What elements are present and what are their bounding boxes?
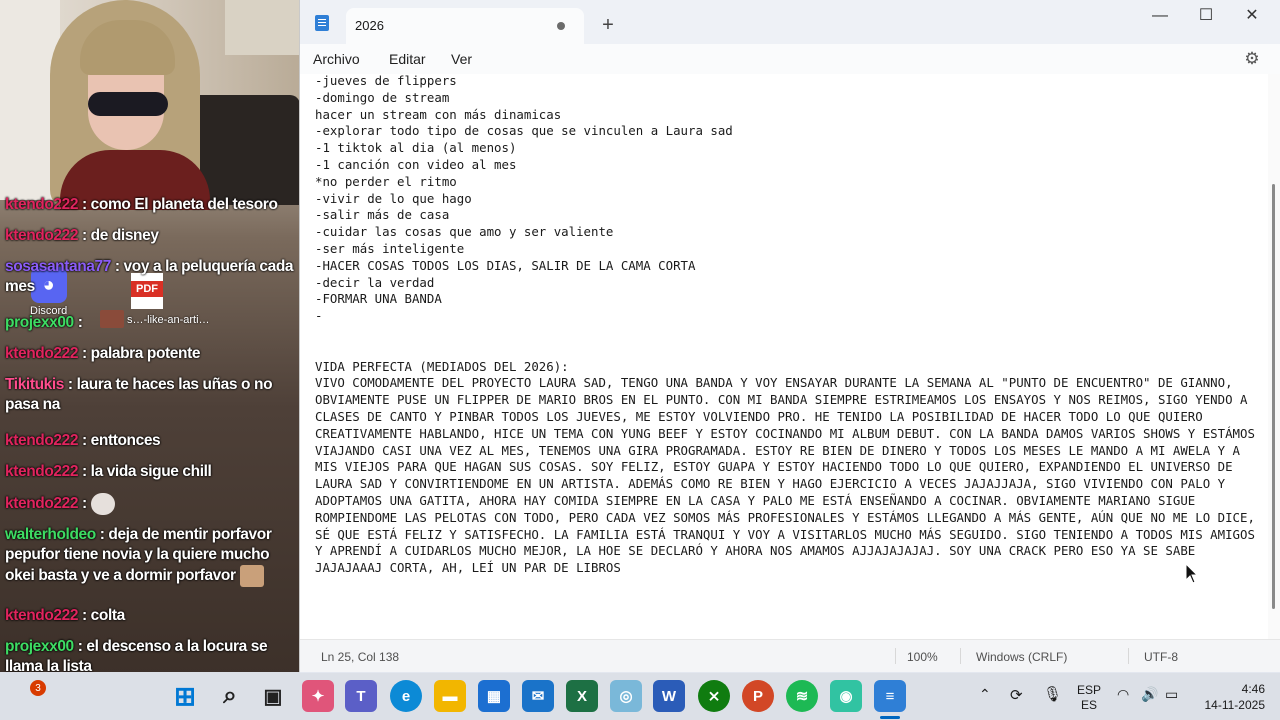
chat-message: ktendo222 : la vida sigue chill (5, 462, 297, 482)
chat-text: : enttonces (82, 432, 161, 449)
clock-date: 14-11-2025 (1204, 698, 1266, 712)
chat-username: sosasantana77 (5, 258, 111, 275)
unsaved-dot-icon[interactable] (557, 22, 565, 30)
chat-message: ktendo222 : como El planeta del tesoro (5, 195, 297, 215)
notification-badge: 3 (30, 680, 46, 696)
language-label: ESP (1077, 683, 1102, 697)
edge-icon[interactable]: e (390, 680, 422, 712)
volume-icon[interactable]: 🔊 (1141, 686, 1158, 703)
chat-message: projexx00 : el descenso a la locura se l… (5, 637, 297, 677)
status-divider (895, 648, 896, 664)
chat-username: walterholdeo (5, 526, 96, 543)
chat-emote-icon (90, 493, 115, 515)
chat-username: ktendo222 (5, 463, 79, 480)
webcam-feed (0, 0, 300, 210)
chat-username: ktendo222 (5, 432, 79, 449)
microphone-icon[interactable]: 🎙 (1043, 685, 1062, 703)
text-editor[interactable]: -jueves de flippers -domingo de stream h… (300, 74, 1268, 639)
chat-message: walterholdeo : deja de mentir porfavor p… (5, 525, 297, 587)
editor-content[interactable]: -jueves de flippers -domingo de stream h… (315, 74, 1260, 577)
start-icon[interactable]: ⊞ (169, 680, 201, 712)
word-icon[interactable]: W (653, 680, 685, 712)
clock[interactable]: 4:46 14-11-2025 (1195, 681, 1266, 713)
powerpoint-icon[interactable]: P (742, 680, 774, 712)
chat-emote-icon (239, 565, 264, 587)
battery-icon[interactable]: ▭ (1165, 686, 1178, 703)
webcam-person-sunglasses (88, 92, 168, 116)
chat-username: ktendo222 (5, 607, 79, 624)
chat-text: : (77, 314, 83, 331)
chat-message: sosasantana77 : voy a la peluquería cada… (5, 257, 297, 297)
new-tab-button[interactable]: + (596, 13, 620, 37)
status-divider (1128, 648, 1129, 664)
chat-username: ktendo222 (5, 227, 79, 244)
chat-message: ktendo222 : (5, 493, 297, 515)
chat-username: Tikitukis (5, 376, 64, 393)
title-bar: 2026 + — ☐ ✕ (300, 0, 1280, 44)
chat-username: ktendo222 (5, 495, 79, 513)
teams-icon[interactable]: T (345, 680, 377, 712)
tab-title: 2026 (355, 18, 384, 33)
wifi-icon[interactable]: ◠ (1117, 686, 1129, 703)
close-button[interactable]: ✕ (1229, 4, 1275, 28)
tab-2026[interactable]: 2026 (346, 8, 584, 44)
photos-icon[interactable]: ◎ (610, 680, 642, 712)
status-bar: Ln 25, Col 138 100% Windows (CRLF) UTF-8 (300, 639, 1280, 673)
menu-bar: Archivo Editar Ver ⚙ (300, 44, 1280, 74)
line-ending: Windows (CRLF) (976, 650, 1068, 664)
clock-time: 4:46 (1241, 682, 1265, 696)
vertical-scrollbar[interactable] (1268, 74, 1280, 639)
stream-overlay: ◕ Discord PDF s…-like-an-arti… ktendo222… (0, 0, 300, 680)
menu-ver[interactable]: Ver (451, 51, 472, 67)
notepad-app-icon (315, 15, 329, 31)
stream-chat: ktendo222 : como El planeta del tesoro k… (0, 195, 300, 680)
chat-username: ktendo222 (5, 196, 79, 213)
chat-message: ktendo222 : colta (5, 606, 297, 626)
excel-icon[interactable]: X (566, 680, 598, 712)
chat-message: Tikitukis : laura te haces las uñas o no… (5, 375, 297, 415)
chat-text: : la vida sigue chill (82, 463, 212, 480)
chat-username: projexx00 (5, 638, 74, 655)
notepad-window: 2026 + — ☐ ✕ Archivo Editar Ver ⚙ -jueve… (299, 0, 1280, 673)
scrollbar-thumb[interactable] (1272, 184, 1275, 609)
active-app-indicator (880, 716, 900, 719)
chat-message: ktendo222 : enttonces (5, 431, 297, 451)
chat-text: : de disney (82, 227, 159, 244)
notepad-taskbar-icon[interactable]: ≡ (874, 680, 906, 712)
chat-message: ktendo222 : de disney (5, 226, 297, 246)
chat-username: projexx00 (5, 314, 74, 331)
search-icon[interactable]: ⌕ (214, 680, 246, 712)
chat-text: : palabra potente (82, 345, 201, 362)
minimize-button[interactable]: — (1137, 4, 1183, 28)
region-label: ES (1081, 698, 1098, 712)
chat-message: projexx00 : (5, 313, 297, 333)
xbox-icon[interactable]: ⨯ (698, 680, 730, 712)
status-divider (960, 648, 961, 664)
task-view-icon[interactable]: ▣ (257, 680, 289, 712)
sync-icon[interactable]: ⟳ (1010, 686, 1023, 704)
copilot-icon[interactable]: ✦ (302, 680, 334, 712)
store-icon[interactable]: ▦ (478, 680, 510, 712)
encoding: UTF-8 (1144, 650, 1178, 664)
menu-editar[interactable]: Editar (389, 51, 426, 67)
chat-text: : como El planeta del tesoro (82, 196, 278, 213)
settings-gear-icon[interactable]: ⚙ (1243, 50, 1261, 68)
streamlabs-icon[interactable]: ◉ (830, 680, 862, 712)
chat-text: : colta (82, 607, 125, 624)
webcam-shelf (225, 0, 300, 55)
maximize-button[interactable]: ☐ (1183, 4, 1229, 28)
show-hidden-icons-chevron-icon[interactable]: ⌃ (979, 686, 991, 703)
file-explorer-icon[interactable]: ▬ (434, 680, 466, 712)
menu-archivo[interactable]: Archivo (313, 51, 360, 67)
input-language[interactable]: ESP ES (1077, 683, 1101, 713)
chat-message: ktendo222 : palabra potente (5, 344, 297, 364)
taskbar: ⊞ ⌕ ▣ ✦ T e ▬ ▦ ✉ X ◎ W ⨯ P ≋ ◉ ≡ ⌃ ⟳ 🎙 … (0, 672, 1280, 720)
spotify-icon[interactable]: ≋ (786, 680, 818, 712)
chat-text: : (82, 495, 87, 513)
chat-username: ktendo222 (5, 345, 79, 362)
mail-icon[interactable]: ✉ (522, 680, 554, 712)
cursor-position: Ln 25, Col 138 (321, 650, 400, 664)
zoom-level: 100% (907, 650, 938, 664)
